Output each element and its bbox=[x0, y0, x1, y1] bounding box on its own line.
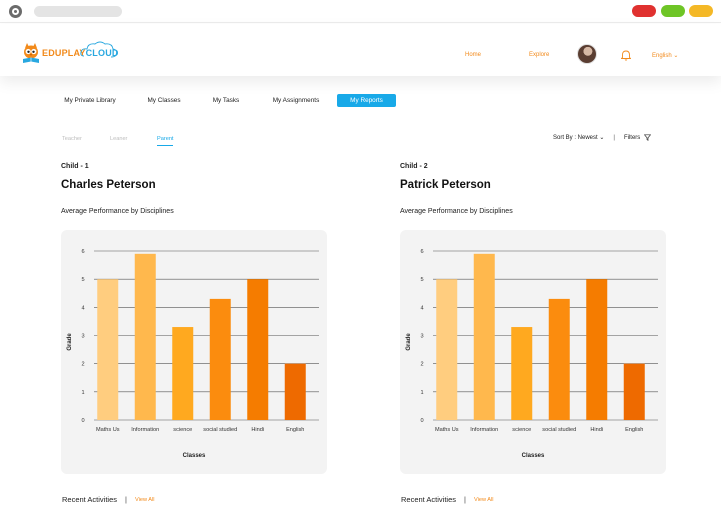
bar-chart: 0 1 2 3 4 5 6 Maths Us Information science social … bbox=[406, 249, 658, 459]
y-axis-label: Grade bbox=[406, 333, 412, 351]
browser-bar bbox=[0, 0, 721, 23]
recent-activities-title: Recent Activities bbox=[401, 495, 457, 504]
child-2-performance-title: Average Performance by Disciplines bbox=[400, 208, 513, 215]
divider: | bbox=[464, 495, 466, 504]
address-bar[interactable] bbox=[34, 6, 122, 17]
child-1-name: Charles Peterson bbox=[61, 179, 156, 191]
view-all-link[interactable]: View All bbox=[135, 497, 155, 503]
window-minimize-button[interactable] bbox=[689, 5, 713, 17]
x-tick-label: Information bbox=[470, 427, 498, 433]
filters-button[interactable]: Filters bbox=[623, 134, 652, 142]
logo-text-edu: EDU bbox=[42, 48, 62, 58]
filters-label: Filters bbox=[623, 135, 641, 142]
y-tick-label: 1 bbox=[420, 390, 423, 396]
x-tick-label: social studied bbox=[203, 427, 237, 433]
y-tick-label: 0 bbox=[81, 418, 84, 424]
bar bbox=[623, 363, 645, 420]
y-tick-label: 3 bbox=[81, 334, 84, 340]
y-tick-label: 3 bbox=[420, 334, 423, 340]
y-tick-label: 2 bbox=[420, 362, 423, 368]
bar bbox=[247, 279, 269, 420]
filter-icon bbox=[643, 134, 652, 141]
child-1-recent-activities: Recent Activities | View All bbox=[62, 495, 154, 504]
bar-chart: 0 1 2 3 4 5 6 Maths Us Information science social … bbox=[67, 249, 319, 459]
bar bbox=[548, 298, 570, 420]
window-close-button[interactable] bbox=[632, 5, 656, 17]
child-2-label: Child - 2 bbox=[400, 163, 428, 170]
bar bbox=[586, 279, 608, 420]
browser-settings-icon[interactable] bbox=[9, 5, 22, 18]
bar bbox=[209, 298, 231, 420]
chevron-down-icon: ⌄ bbox=[673, 53, 679, 59]
child-2-name: Patrick Peterson bbox=[400, 179, 491, 191]
x-tick-label: Maths Us bbox=[435, 427, 459, 433]
tab-my-private-library[interactable]: My Private Library bbox=[61, 94, 119, 107]
user-avatar[interactable] bbox=[577, 44, 597, 64]
x-tick-label: English bbox=[286, 427, 304, 433]
view-all-link[interactable]: View All bbox=[474, 497, 494, 503]
subtab-teacher[interactable]: Teacher bbox=[62, 136, 82, 142]
x-tick-label: science bbox=[173, 427, 192, 433]
x-tick-label: English bbox=[625, 427, 643, 433]
bar bbox=[97, 279, 119, 420]
bar bbox=[436, 279, 458, 420]
bell-icon[interactable] bbox=[621, 50, 631, 61]
tab-my-classes[interactable]: My Classes bbox=[144, 94, 184, 107]
bar bbox=[284, 363, 306, 420]
y-tick-label: 1 bbox=[81, 390, 84, 396]
bar bbox=[172, 327, 194, 420]
x-tick-label: Information bbox=[131, 427, 159, 433]
divider: | bbox=[125, 495, 127, 504]
language-label: English bbox=[652, 53, 672, 59]
app-header: EDUPLAYCLOUD Home Explore English ⌄ bbox=[0, 24, 721, 76]
cloud-outline-icon bbox=[80, 41, 118, 58]
sort-filter-bar: Sort By : Newest ⌄ | Filters bbox=[553, 134, 652, 142]
tab-my-tasks[interactable]: My Tasks bbox=[210, 94, 242, 107]
bar bbox=[134, 253, 156, 420]
nav-explore-link[interactable]: Explore bbox=[529, 52, 549, 58]
x-tick-label: Maths Us bbox=[96, 427, 120, 433]
window-maximize-button[interactable] bbox=[661, 5, 685, 17]
y-tick-label: 4 bbox=[420, 305, 423, 311]
subtab-parent[interactable]: Parent bbox=[157, 136, 174, 146]
x-axis-label: Classes bbox=[183, 453, 206, 459]
y-axis-label: Grade bbox=[67, 333, 73, 351]
child-2-recent-activities: Recent Activities | View All bbox=[401, 495, 493, 504]
recent-activities-title: Recent Activities bbox=[62, 495, 118, 504]
child-1-performance-chart: 0 1 2 3 4 5 6 Maths Us Information science social … bbox=[61, 230, 327, 474]
subtab-leaner[interactable]: Leaner bbox=[110, 136, 127, 142]
x-tick-label: Hindi bbox=[251, 427, 264, 433]
bar bbox=[473, 253, 495, 420]
y-tick-label: 5 bbox=[81, 277, 84, 283]
nav-home-link[interactable]: Home bbox=[465, 52, 481, 58]
tab-my-reports[interactable]: My Reports bbox=[337, 94, 396, 107]
divider: | bbox=[613, 134, 615, 141]
bar bbox=[511, 327, 533, 420]
y-tick-label: 2 bbox=[81, 362, 84, 368]
sort-dropdown[interactable]: Sort By : Newest ⌄ bbox=[553, 134, 604, 141]
language-select[interactable]: English ⌄ bbox=[652, 52, 678, 59]
tab-my-assignments[interactable]: My Assignments bbox=[269, 94, 323, 107]
y-tick-label: 6 bbox=[81, 249, 84, 255]
y-tick-label: 5 bbox=[420, 277, 423, 283]
child-2-performance-chart: 0 1 2 3 4 5 6 Maths Us Information science social … bbox=[400, 230, 666, 474]
x-tick-label: Hindi bbox=[590, 427, 603, 433]
x-tick-label: science bbox=[512, 427, 531, 433]
y-tick-label: 0 bbox=[420, 418, 423, 424]
x-axis-label: Classes bbox=[522, 453, 545, 459]
chevron-down-icon: ⌄ bbox=[599, 135, 605, 142]
y-tick-label: 6 bbox=[420, 249, 423, 255]
app-logo[interactable]: EDUPLAYCLOUD bbox=[22, 39, 119, 67]
y-tick-label: 4 bbox=[81, 305, 84, 311]
sort-label: Sort By : Newest bbox=[553, 135, 598, 142]
child-1-label: Child - 1 bbox=[61, 163, 89, 170]
owl-mascot-icon bbox=[23, 43, 39, 63]
x-tick-label: social studied bbox=[542, 427, 576, 433]
child-1-performance-title: Average Performance by Disciplines bbox=[61, 208, 174, 215]
